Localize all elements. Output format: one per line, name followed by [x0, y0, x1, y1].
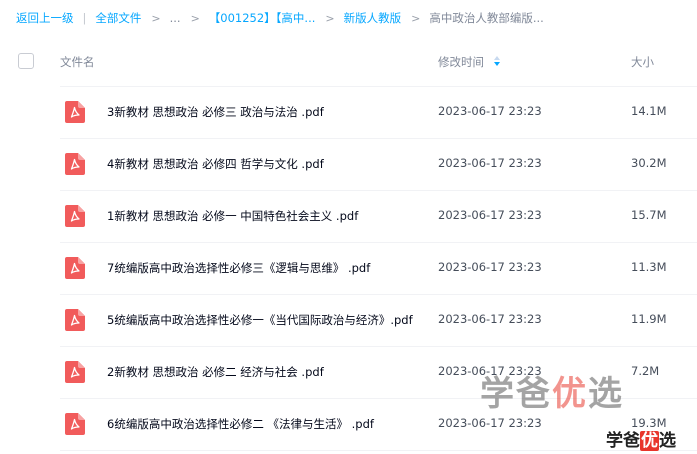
watermark-small-text-c: 选: [659, 431, 676, 451]
file-size: 15.7M: [631, 208, 667, 222]
watermark-large-text-a: 学爸: [480, 374, 552, 414]
breadcrumb-separator-icon: >: [325, 11, 335, 25]
file-size: 7.2M: [631, 364, 660, 378]
column-header-size[interactable]: 大小: [631, 54, 654, 70]
pdf-icon: [65, 205, 85, 227]
pdf-icon: [65, 153, 85, 175]
watermark-large: 学爸优选: [480, 366, 624, 415]
table-row[interactable]: 5统编版高中政治选择性必修一《当代国际政治与经济》.pdf 2023-06-17…: [60, 295, 697, 347]
all-files-link[interactable]: 全部文件: [95, 10, 141, 26]
file-name[interactable]: 3新教材 思想政治 必修三 政治与法治 .pdf: [107, 104, 417, 120]
pdf-icon: [65, 101, 85, 123]
watermark-logo: 学爸优选: [606, 426, 676, 451]
select-all-checkbox[interactable]: [18, 53, 34, 69]
watermark-large-text-c: 选: [588, 374, 624, 414]
table-row[interactable]: 1新教材 思想政治 必修一 中国特色社会主义 .pdf 2023-06-17 2…: [60, 191, 697, 243]
back-link[interactable]: 返回上一级: [16, 10, 74, 26]
column-header-time[interactable]: 修改时间: [438, 54, 484, 70]
file-size: 11.3M: [631, 260, 667, 274]
watermark-small-text-b: 优: [640, 431, 659, 451]
file-size: 11.9M: [631, 312, 667, 326]
breadcrumb-separator-icon: >: [151, 11, 161, 25]
watermark-large-text-b: 优: [552, 374, 588, 414]
file-size: 14.1M: [631, 104, 667, 118]
breadcrumb-ellipsis[interactable]: ...: [170, 11, 181, 25]
file-time: 2023-06-17 23:23: [438, 416, 542, 430]
file-name[interactable]: 2新教材 思想政治 必修二 经济与社会 .pdf: [107, 364, 417, 380]
file-size: 30.2M: [631, 156, 667, 170]
pdf-icon: [65, 257, 85, 279]
watermark-small-text-a: 学爸: [606, 431, 640, 451]
sort-icon[interactable]: [493, 55, 501, 67]
file-name[interactable]: 6统编版高中政治选择性必修二 《法律与生活》 .pdf: [107, 416, 417, 432]
file-name[interactable]: 4新教材 思想政治 必修四 哲学与文化 .pdf: [107, 156, 417, 172]
file-name[interactable]: 5统编版高中政治选择性必修一《当代国际政治与经济》.pdf: [107, 312, 417, 328]
table-row[interactable]: 4新教材 思想政治 必修四 哲学与文化 .pdf 2023-06-17 23:2…: [60, 139, 697, 191]
table-row[interactable]: 7统编版高中政治选择性必修三《逻辑与思维》 .pdf 2023-06-17 23…: [60, 243, 697, 295]
file-name[interactable]: 7统编版高中政治选择性必修三《逻辑与思维》 .pdf: [107, 260, 417, 276]
file-time: 2023-06-17 23:23: [438, 208, 542, 222]
pdf-icon: [65, 413, 85, 435]
column-header-name[interactable]: 文件名: [60, 54, 95, 70]
breadcrumb-current: 高中政治人教部编版...: [429, 11, 544, 25]
breadcrumb-separator-icon: >: [411, 11, 421, 25]
breadcrumb-divider: |: [82, 11, 87, 25]
table-header: 文件名 修改时间 大小: [0, 40, 697, 84]
file-time: 2023-06-17 23:23: [438, 260, 542, 274]
breadcrumb-folder-1[interactable]: 【001252】【高中...: [209, 10, 316, 26]
breadcrumb-separator-icon: >: [190, 11, 200, 25]
pdf-icon: [65, 309, 85, 331]
file-time: 2023-06-17 23:23: [438, 104, 542, 118]
file-name[interactable]: 1新教材 思想政治 必修一 中国特色社会主义 .pdf: [107, 208, 417, 224]
table-row[interactable]: 3新教材 思想政治 必修三 政治与法治 .pdf 2023-06-17 23:2…: [60, 87, 697, 139]
file-time: 2023-06-17 23:23: [438, 312, 542, 326]
breadcrumb: 返回上一级 | 全部文件 > ... > 【001252】【高中... > 新版…: [16, 9, 544, 27]
pdf-icon: [65, 361, 85, 383]
file-time: 2023-06-17 23:23: [438, 156, 542, 170]
breadcrumb-folder-2[interactable]: 新版人教版: [344, 10, 402, 26]
